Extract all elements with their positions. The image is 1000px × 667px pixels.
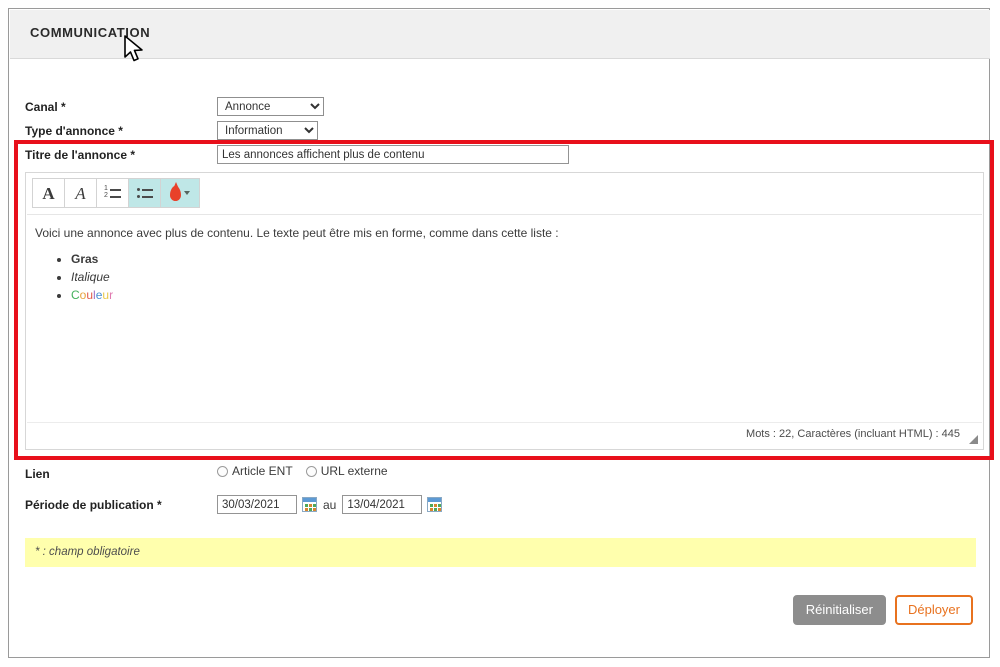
- canal-label: Canal *: [25, 100, 66, 114]
- editor-content-area[interactable]: Voici une annonce avec plus de contenu. …: [27, 214, 982, 422]
- italic-button[interactable]: A: [65, 179, 96, 207]
- canal-control: Annonce: [217, 97, 324, 116]
- editor-bullet-list: Gras Italique Couleur: [27, 251, 982, 304]
- text-color-button[interactable]: [161, 179, 199, 207]
- radio-circle-icon: [217, 465, 228, 477]
- field-row-periode: Période de publication * au: [9, 495, 989, 519]
- resize-grip-icon[interactable]: [968, 434, 978, 444]
- field-row-canal: Canal * Annonce: [9, 97, 989, 121]
- editor-toolbar: A A 1 2: [32, 178, 200, 208]
- deploy-button[interactable]: Déployer: [894, 595, 973, 625]
- lien-label: Lien: [25, 467, 50, 481]
- periode-start-input[interactable]: [217, 495, 297, 514]
- radio-label: Article ENT: [232, 464, 293, 478]
- form-panel: COMMUNICATION Canal * Annonce Type d'ann…: [8, 8, 994, 658]
- mandatory-notice-text: * : champ obligatoire: [35, 546, 140, 558]
- section-header: COMMUNICATION: [10, 10, 990, 59]
- word-character-count: Mots : 22, Caractères (incluant HTML) : …: [746, 428, 960, 440]
- field-row-lien: Lien Article ENT URL externe: [9, 464, 989, 488]
- unordered-list-button[interactable]: [129, 179, 160, 207]
- toolbar-group-format: A A: [33, 179, 96, 207]
- radio-circle-icon: [305, 465, 317, 477]
- radio-article-ent[interactable]: Article ENT: [217, 464, 293, 478]
- editor-paragraph: Voici une annonce avec plus de contenu. …: [35, 226, 559, 240]
- bullet-list-icon: [136, 187, 153, 200]
- ordered-list-icon: 1 2: [104, 185, 121, 200]
- lien-radio-group: Article ENT URL externe: [217, 464, 388, 478]
- bold-icon: A: [42, 183, 55, 203]
- page-title: COMMUNICATION: [30, 25, 151, 40]
- periode-separator: au: [323, 497, 337, 512]
- italic-icon: A: [75, 183, 86, 203]
- titre-input[interactable]: [217, 145, 569, 164]
- field-row-type-annonce: Type d'annonce * Information: [9, 121, 989, 145]
- calendar-icon-end[interactable]: [427, 497, 443, 512]
- calendar-icon-start[interactable]: [302, 497, 317, 512]
- type-annonce-select[interactable]: Information: [217, 121, 318, 140]
- field-row-titre: Titre de l'annonce *: [9, 145, 989, 169]
- action-bar: Réinitialiser Déployer: [792, 595, 973, 625]
- canal-select[interactable]: Annonce: [217, 97, 324, 116]
- list-item: Gras: [71, 251, 982, 268]
- periode-label: Période de publication *: [25, 498, 162, 512]
- list-item: Italique: [71, 269, 982, 286]
- periode-end-input[interactable]: [342, 495, 423, 514]
- rich-text-editor: A A 1 2 Voici une annonce avec plus de c…: [25, 172, 984, 450]
- list-item: Couleur: [71, 287, 982, 304]
- radio-label: URL externe: [320, 464, 388, 478]
- chevron-down-icon: [184, 191, 190, 195]
- type-annonce-control: Information: [217, 121, 318, 140]
- bold-button[interactable]: A: [33, 179, 64, 207]
- editor-status-bar: Mots : 22, Caractères (incluant HTML) : …: [27, 422, 982, 448]
- reset-button[interactable]: Réinitialiser: [792, 595, 886, 625]
- periode-controls: au: [217, 495, 443, 514]
- ordered-list-button[interactable]: 1 2: [97, 179, 128, 207]
- titre-label: Titre de l'annonce *: [25, 148, 135, 162]
- color-droplet-icon: [170, 181, 190, 201]
- titre-control: [217, 145, 569, 164]
- mandatory-fields-notice: * : champ obligatoire: [25, 538, 976, 567]
- radio-url-externe[interactable]: URL externe: [305, 464, 388, 478]
- type-annonce-label: Type d'annonce *: [25, 124, 123, 138]
